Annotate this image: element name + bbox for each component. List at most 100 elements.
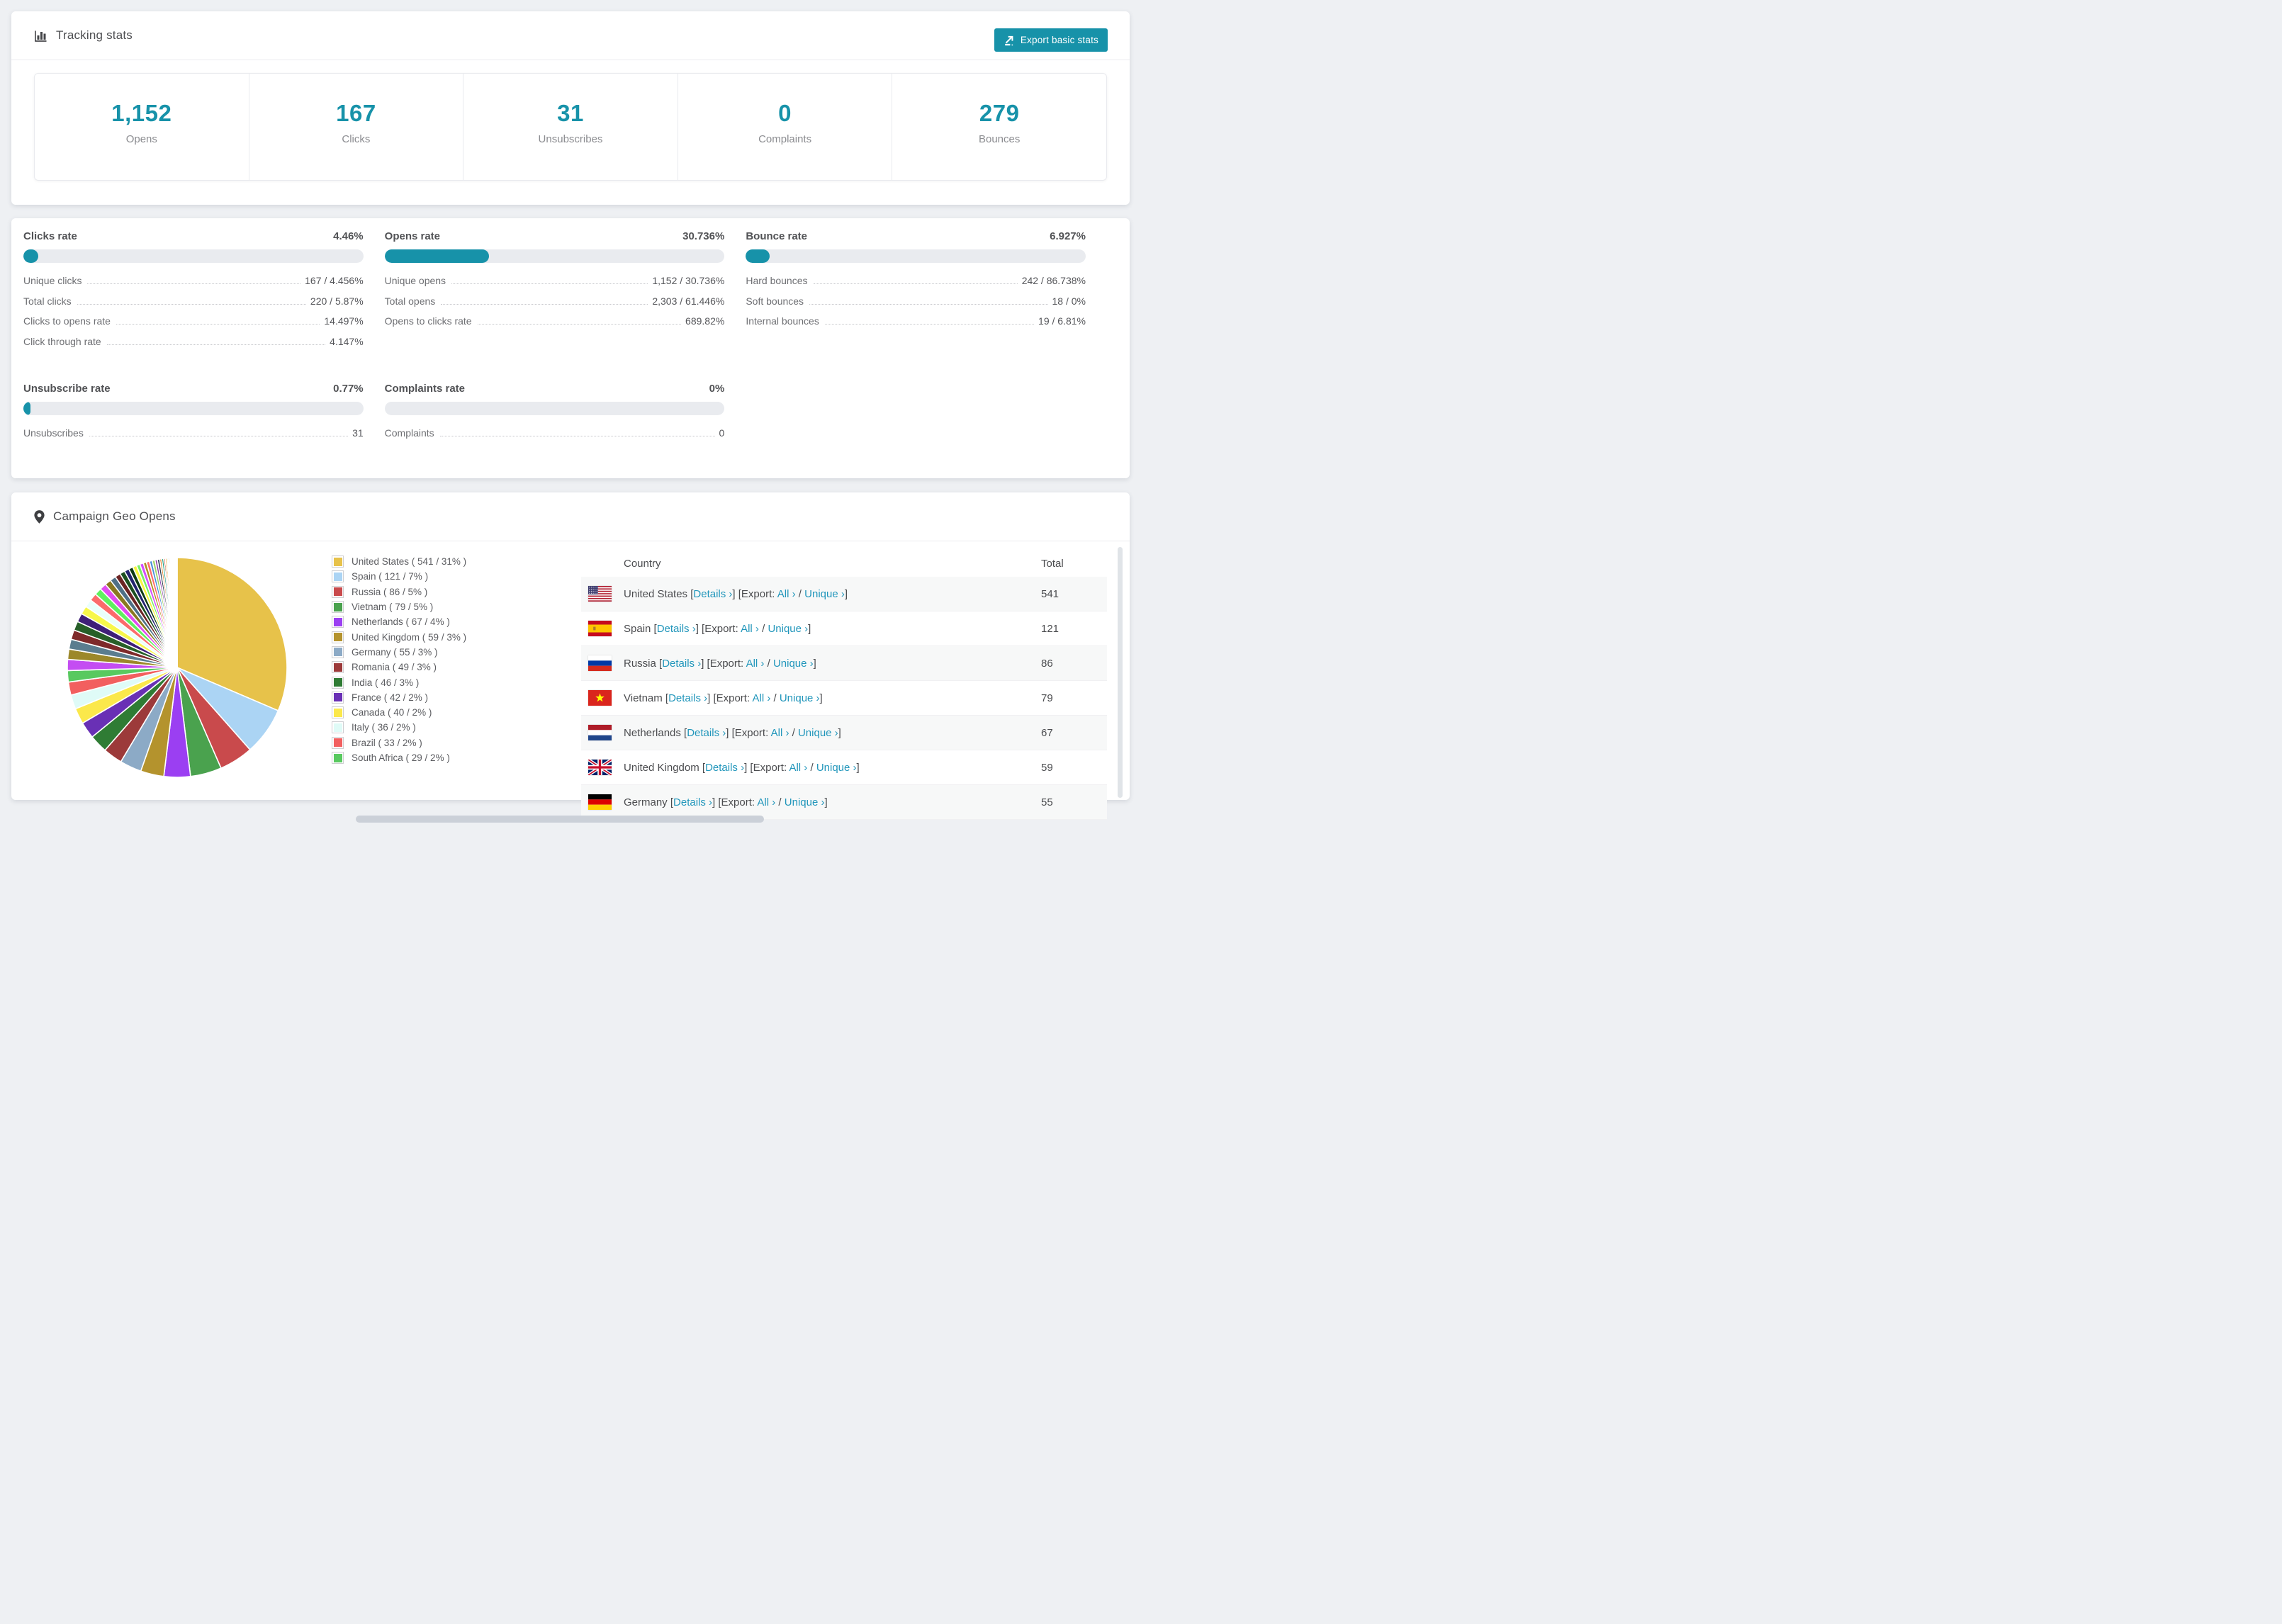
export-all-link[interactable]: All ›: [771, 727, 789, 739]
legend-swatch: [332, 585, 344, 598]
stat-opens: 1,152 Opens: [35, 74, 249, 180]
dotted-leader: [87, 283, 301, 284]
campaign-geo-opens-card: Campaign Geo Opens United States ( 541 /…: [11, 492, 1130, 820]
tracking-stats-card: Tracking stats Export basic stats 1,152 O…: [11, 11, 1130, 205]
rate-row-label: Complaints: [384, 427, 434, 439]
legend-item: France ( 42 / 2% ): [332, 690, 466, 705]
stat-label: Unsubscribes: [538, 133, 603, 145]
rate-title: Clicks rate: [23, 230, 77, 242]
details-link[interactable]: Details ›: [673, 796, 712, 808]
dotted-leader: [809, 303, 1048, 305]
total-value: 541: [1041, 587, 1060, 600]
legend-swatch: [332, 601, 344, 614]
rate-row-label: Total opens: [384, 295, 436, 307]
progress-bar: [23, 402, 364, 415]
dotted-leader: [813, 283, 1018, 284]
legend-label: United Kingdom ( 59 / 3% ): [352, 631, 467, 643]
export-all-link[interactable]: All ›: [741, 623, 759, 635]
progress-bar-fill: [23, 249, 39, 263]
geo-opens-table: Country Total United States [Details ›] [E…: [581, 550, 1107, 820]
legend-swatch: [332, 706, 344, 719]
bracket-close: ]: [824, 796, 828, 808]
rates-card: Clicks rate 4.46% Unique clicks 167 / 4.456…: [11, 218, 1130, 478]
legend-item: United Kingdom ( 59 / 3% ): [332, 629, 466, 644]
details-link[interactable]: Details ›: [662, 658, 701, 670]
country-cell: Germany [Details ›] [Export: All › / Uni…: [624, 796, 828, 808]
us-flag-icon: [588, 586, 612, 602]
export-unique-link[interactable]: Unique ›: [773, 658, 814, 670]
export-unique-link[interactable]: Unique ›: [768, 623, 808, 635]
legend-swatch: [332, 556, 344, 568]
rate-row: Complaints 0: [385, 428, 725, 438]
table-row-de: Germany [Details ›] [Export: All › / Uni…: [581, 785, 1107, 820]
export-basic-stats-label: Export basic stats: [1020, 35, 1098, 45]
link-separator: /: [795, 587, 805, 600]
stat-label: Clicks: [342, 133, 371, 145]
export-all-link[interactable]: All ›: [746, 658, 765, 670]
legend-label: Canada ( 40 / 2% ): [352, 707, 432, 718]
rate-row-value: 167 / 4.456%: [305, 275, 364, 286]
geo-content: United States ( 541 / 31% ) Spain ( 121 /…: [34, 541, 1107, 820]
export-prefix: ] [Export:: [707, 692, 753, 704]
column-header-total: Total: [1041, 557, 1064, 570]
legend-item: Brazil ( 33 / 2% ): [332, 735, 466, 750]
dotted-leader: [77, 303, 306, 305]
details-link[interactable]: Details ›: [705, 762, 744, 774]
export-unique-link[interactable]: Unique ›: [785, 796, 825, 808]
progress-bar: [384, 402, 725, 415]
export-unique-link[interactable]: Unique ›: [798, 727, 838, 739]
details-link[interactable]: Details ›: [687, 727, 726, 739]
rate-row-label: Internal bounces: [746, 315, 819, 327]
table-row-gb: United Kingdom [Details ›] [Export: All …: [581, 750, 1107, 785]
rate-block-clicks-rate: Clicks rate 4.46% Unique clicks 167 / 4.456…: [23, 230, 364, 356]
details-link[interactable]: Details ›: [693, 588, 732, 600]
rate-title: Opens rate: [384, 230, 441, 242]
rate-row: Opens to clicks rate 689.82%: [385, 316, 725, 326]
export-prefix: ] [Export:: [732, 587, 777, 600]
export-all-link[interactable]: All ›: [777, 588, 796, 600]
export-prefix: ] [Export:: [712, 796, 758, 808]
legend-label: France ( 42 / 2% ): [352, 692, 429, 703]
details-link[interactable]: Details ›: [668, 692, 707, 704]
export-all-link[interactable]: All ›: [752, 692, 770, 704]
rate-row-value: 4.147%: [330, 335, 364, 347]
legend-swatch: [332, 721, 344, 734]
country-cell: Russia [Details ›] [Export: All › / Uniq…: [624, 658, 816, 670]
export-all-link[interactable]: All ›: [789, 762, 807, 774]
rate-row: Clicks to opens rate 14.497%: [23, 316, 364, 326]
link-separator: /: [758, 622, 768, 635]
export-unique-link[interactable]: Unique ›: [780, 692, 820, 704]
country-cell: Netherlands [Details ›] [Export: All › /…: [624, 727, 841, 739]
legend-label: South Africa ( 29 / 2% ): [352, 752, 450, 763]
dotted-leader: [477, 324, 682, 325]
legend-label: Germany ( 55 / 3% ): [352, 646, 438, 658]
rate-row-label: Opens to clicks rate: [384, 315, 472, 327]
horizontal-scrollbar-thumb[interactable]: [356, 816, 764, 823]
rate-row-value: 2,303 / 61.446%: [652, 295, 725, 307]
legend-label: Brazil ( 33 / 2% ): [352, 737, 422, 748]
details-link[interactable]: Details ›: [657, 623, 696, 635]
stat-complaints: 0 Complaints: [678, 74, 893, 180]
rate-row-value: 18 / 0%: [1052, 295, 1086, 307]
country-name: Russia [: [624, 657, 663, 670]
export-unique-link[interactable]: Unique ›: [816, 762, 857, 774]
export-unique-link[interactable]: Unique ›: [804, 588, 845, 600]
rate-value: 30.736%: [682, 230, 725, 242]
export-basic-stats-button[interactable]: Export basic stats: [994, 28, 1108, 52]
total-value: 59: [1041, 761, 1053, 774]
link-separator: /: [807, 761, 816, 774]
map-pin-icon: [34, 509, 45, 524]
rate-row: Total clicks 220 / 5.87%: [23, 296, 364, 306]
legend-swatch: [332, 645, 344, 658]
rate-value: 0%: [709, 383, 725, 395]
rate-row: Click through rate 4.147%: [23, 337, 364, 346]
stats-summary-row: 1,152 Opens 167 Clicks 31 Unsubscribes 0 Compla…: [34, 73, 1107, 181]
legend-swatch: [332, 736, 344, 749]
stat-clicks: 167 Clicks: [249, 74, 464, 180]
export-all-link[interactable]: All ›: [757, 796, 775, 808]
link-separator: /: [775, 796, 785, 808]
rate-title: Unsubscribe rate: [23, 383, 111, 395]
bracket-close: ]: [838, 726, 841, 739]
legend-label: Italy ( 36 / 2% ): [352, 722, 416, 733]
table-vertical-scrollbar[interactable]: [1118, 547, 1123, 798]
